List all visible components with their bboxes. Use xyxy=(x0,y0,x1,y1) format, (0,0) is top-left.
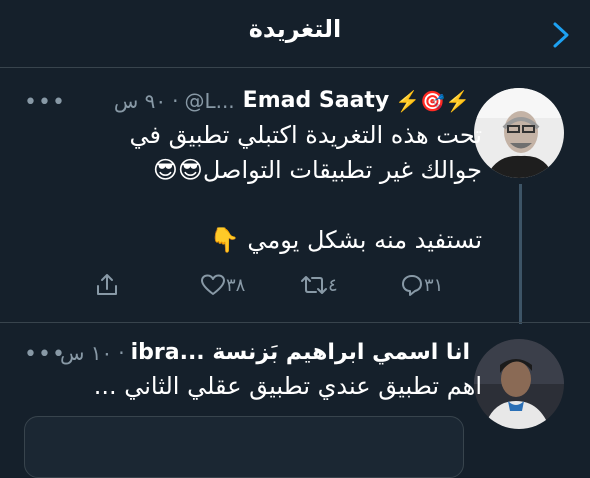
tweet-text: اهم تطبيق عندي تطبيق عقلي الثاني ... xyxy=(72,369,482,404)
tweet-text: تحت هذه التغريدة اكتبلي تطبيق في جوالك غ… xyxy=(72,118,482,258)
tweet-line: تحت هذه التغريدة اكتبلي تطبيق في xyxy=(129,121,482,149)
author-name[interactable]: Emad Saaty xyxy=(243,88,390,113)
back-button[interactable] xyxy=(548,20,574,50)
retweet-button[interactable]: ٤ xyxy=(300,270,346,300)
page-title: التغريدة xyxy=(248,15,342,43)
author-handle: @L... xyxy=(184,88,235,113)
top-bar: التغريدة xyxy=(0,0,590,68)
heart-icon xyxy=(201,274,225,295)
tweet-header: ⚡️🎯⚡️ Emad Saaty @L... · ٩٠ س xyxy=(114,88,470,113)
thread-line xyxy=(519,184,522,324)
retweet-count: ٤ xyxy=(328,274,338,296)
more-options-button[interactable]: ••• xyxy=(24,342,66,367)
author-name[interactable]: انا اسمي ابراهيم بَزنسة ...ibra xyxy=(131,340,470,365)
tweet-line: جوالك غير تطبيقات التواصل😎😎 xyxy=(152,156,482,184)
tweet-header: انا اسمي ابراهيم بَزنسة ...ibra · ١٠ س xyxy=(60,340,470,365)
reply-icon xyxy=(402,275,422,296)
like-button[interactable]: ٣٨ xyxy=(200,270,253,300)
tweet-actions: ٣١ ٤ ٣٨ xyxy=(0,270,590,300)
reply-count: ٣١ xyxy=(424,274,444,296)
tweet-divider xyxy=(0,322,590,323)
share-icon xyxy=(97,274,117,295)
tweet-time: ١٠ س xyxy=(59,340,113,365)
media-preview[interactable] xyxy=(24,416,464,478)
more-options-button[interactable]: ••• xyxy=(24,90,66,115)
tweet-line: اهم تطبيق عندي تطبيق عقلي الثاني ... xyxy=(93,372,482,400)
tweet-time: ٩٠ س xyxy=(113,88,167,113)
retweet-icon xyxy=(301,276,327,294)
like-count: ٣٨ xyxy=(226,274,246,296)
author-emoji: ⚡️🎯⚡️ xyxy=(395,88,470,113)
chevron-right-icon xyxy=(553,22,569,48)
tweet-line: تستفيد منه بشكل يومي 👇 xyxy=(209,226,482,254)
separator-dot: · xyxy=(172,88,179,113)
share-button[interactable] xyxy=(94,270,120,300)
avatar[interactable] xyxy=(474,339,564,429)
avatar[interactable] xyxy=(474,88,564,178)
separator-dot: · xyxy=(118,340,125,365)
reply-button[interactable]: ٣١ xyxy=(400,270,451,300)
